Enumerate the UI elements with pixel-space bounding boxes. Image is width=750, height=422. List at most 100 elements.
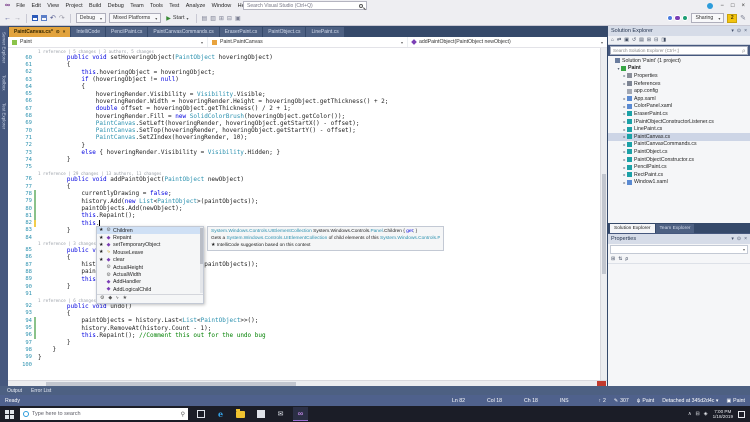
menu-team[interactable]: Team [127, 3, 147, 9]
code-line[interactable]: 61 { [8, 61, 600, 68]
code-line[interactable]: 94 paintObjects = history.Last<List<Pain… [8, 317, 600, 324]
editor-horizontal-scrollbar[interactable] [8, 380, 607, 386]
code-line[interactable]: 99} [8, 354, 600, 361]
solution-explorer-toolbar-icon[interactable]: ⊟ [654, 37, 658, 43]
code-line[interactable]: 80 paintObjects.Add(newObject); [8, 205, 600, 212]
scrollbar-thumb[interactable] [602, 174, 606, 274]
code-line[interactable]: 75 [8, 163, 600, 170]
save-icon[interactable] [32, 15, 38, 21]
redo-icon[interactable]: ↷ [59, 15, 65, 22]
intellisense-filter-toolbar[interactable]: ⚙◆ϟ★ [97, 294, 203, 303]
code-line[interactable]: 96 this.Repaint(); //Comment this out fo… [8, 332, 600, 339]
filter-icon[interactable]: ★ [123, 296, 127, 301]
microsoft-store-icon[interactable] [253, 407, 268, 421]
tool-window-tab-toolbox[interactable]: Toolbox [2, 75, 7, 91]
status-git-field[interactable]: ▣Paint [726, 398, 745, 404]
document-tab[interactable]: PaintObject.cs [263, 27, 305, 37]
properties-toolbar-icon[interactable]: ρ [625, 256, 628, 262]
properties-object-dropdown[interactable]: ▾ [610, 245, 748, 254]
completion-item[interactable]: ★⚙Children [97, 227, 203, 234]
completion-item[interactable]: ★◆setTemporaryObject [97, 242, 203, 249]
bottom-tab-error-list[interactable]: Error List [31, 388, 51, 394]
code-line[interactable]: 64 { [8, 83, 600, 90]
menu-test[interactable]: Test [166, 3, 182, 9]
action-center-icon[interactable] [738, 411, 745, 418]
panel-pin-icon[interactable]: ⊙ [737, 236, 741, 242]
tree-item-solution-paint-1-project-[interactable]: Solution 'Paint' (1 project) [608, 57, 750, 65]
undo-icon[interactable]: ↶ [50, 15, 56, 22]
navigate-forward-icon[interactable]: → [14, 15, 21, 22]
code-line[interactable]: 70 PaintCanvas.SetTop(hoveringRender, ho… [8, 127, 600, 134]
toolbar-icon[interactable]: ▥ [210, 15, 216, 22]
menu-analyze[interactable]: Analyze [183, 3, 209, 9]
file-explorer-icon[interactable] [233, 407, 248, 421]
completion-item[interactable]: ★◆Repaint [97, 234, 203, 241]
taskbar-search-input[interactable]: Type here to search ⚲ [20, 408, 188, 420]
tree-item-paintcanvas-cs[interactable]: ▸PaintCanvas.cs [608, 133, 750, 141]
tree-item-properties[interactable]: ▸Properties [608, 72, 750, 80]
toolbar-icon[interactable]: ⊞ [219, 15, 224, 22]
solution-explorer-toolbar-icon[interactable]: ⌂ [611, 37, 614, 43]
editor-vertical-scrollbar[interactable] [600, 48, 607, 380]
code-line[interactable]: 65 hoveringRender.Visibility = Visibilit… [8, 90, 600, 97]
minimize-button[interactable]: − [720, 3, 724, 9]
code-editor[interactable]: 1 reference | 5 changes | 3 authors, 5 c… [8, 48, 607, 380]
filter-icon[interactable]: ϟ [116, 296, 119, 301]
filter-icon[interactable]: ◆ [108, 296, 112, 301]
code-line[interactable]: 71 PaintCanvas.SetZIndex(hoveringRender,… [8, 134, 600, 141]
status-git-field[interactable]: ↑2 [599, 398, 606, 404]
tray-icon[interactable]: ⊟ [696, 411, 700, 417]
intellisense-popup[interactable]: ★⚙Children★◆Repaint★◆setTemporaryObject★… [96, 226, 204, 304]
tree-item-eraserpaint-cs[interactable]: ▸EraserPaint.cs [608, 110, 750, 118]
panel-close-icon[interactable]: × [744, 236, 747, 242]
navigate-back-icon[interactable]: ← [4, 15, 11, 22]
code-line[interactable]: 98 } [8, 346, 600, 353]
panel-tab-solution-explorer[interactable]: Solution Explorer [610, 224, 655, 233]
menu-tools[interactable]: Tools [147, 3, 166, 9]
document-tab[interactable]: PaintCanvasCommands.cs [148, 27, 218, 37]
tree-item-colorpanel-xaml[interactable]: ▸ColorPanel.xaml [608, 103, 750, 111]
tree-item-paint[interactable]: ▾Paint [608, 65, 750, 73]
tree-item-paintcanvascommands-cs[interactable]: ▸PaintCanvasCommands.cs [608, 141, 750, 149]
code-line[interactable]: 73 else { hoveringRender.Visibility = Vi… [8, 149, 600, 156]
tree-item-app-config[interactable]: app.config [608, 87, 750, 95]
completion-item[interactable]: ⚙ActualHeight [97, 264, 203, 271]
live-share-avatar[interactable] [682, 15, 689, 22]
menu-file[interactable]: File [13, 3, 28, 9]
code-line[interactable]: 77 { [8, 183, 600, 190]
solution-explorer-toolbar-icon[interactable]: ▣ [624, 37, 629, 43]
completion-item[interactable]: ◆AddLogicalChild [97, 286, 203, 293]
code-line[interactable]: 95 history.RemoveAt(history.Count - 1); [8, 324, 600, 331]
tray-icons[interactable]: ∧⊟◈ [688, 411, 708, 417]
solution-configuration-dropdown[interactable]: Debug▾ [76, 13, 106, 23]
code-line[interactable]: 72 } [8, 142, 600, 149]
code-line[interactable]: 97 } [8, 339, 600, 346]
code-line[interactable]: 67 double offset = hoveringObject.getThi… [8, 105, 600, 112]
code-line[interactable]: 60 public void setHoveringObject(PaintOb… [8, 54, 600, 61]
live-share-participants-badge[interactable]: 2 [727, 14, 737, 23]
document-tab[interactable]: LinePaint.cs [306, 27, 343, 37]
tree-item-pencilpaint-cs[interactable]: ▸PencilPaint.cs [608, 163, 750, 171]
toolbar-icon[interactable]: ▣ [235, 15, 241, 22]
solution-explorer-search-input[interactable]: Search Solution Explorer (Ctrl+;) ρ [610, 46, 748, 55]
solution-explorer-toolbar-icon[interactable]: ⊞ [647, 37, 651, 43]
panel-minimize-icon[interactable]: ▾ [731, 236, 734, 242]
document-tab[interactable]: PencilPaint.cs [106, 27, 147, 37]
code-line[interactable]: 62 this.hoveringObject = hoveringObject; [8, 69, 600, 76]
completion-item[interactable]: ★ϟMouseLeave [97, 249, 203, 256]
live-share-avatar[interactable] [674, 15, 681, 22]
close-icon[interactable]: × [63, 30, 66, 35]
solution-explorer-toolbar-icon[interactable]: ◨ [661, 37, 666, 43]
pin-icon[interactable]: ⊙ [56, 30, 60, 35]
menu-window[interactable]: Window [208, 3, 234, 9]
project-dropdown[interactable]: Paint▾ [8, 37, 208, 47]
sharing-dropdown[interactable]: Sharing▾ [691, 13, 724, 23]
status-git-field[interactable]: Detached at 345d2d4c ▾ [662, 398, 718, 404]
menu-debug[interactable]: Debug [104, 3, 127, 9]
status-git-field[interactable]: ✎307 [614, 398, 629, 404]
code-line[interactable]: 92 public void undo() [8, 303, 600, 310]
menu-view[interactable]: View [44, 3, 62, 9]
document-tab[interactable]: EraserPaint.cs [220, 27, 263, 37]
quick-launch-search-input[interactable]: Search Visual Studio (Ctrl+Q) [243, 1, 367, 10]
tray-icon[interactable]: ◈ [704, 411, 708, 417]
